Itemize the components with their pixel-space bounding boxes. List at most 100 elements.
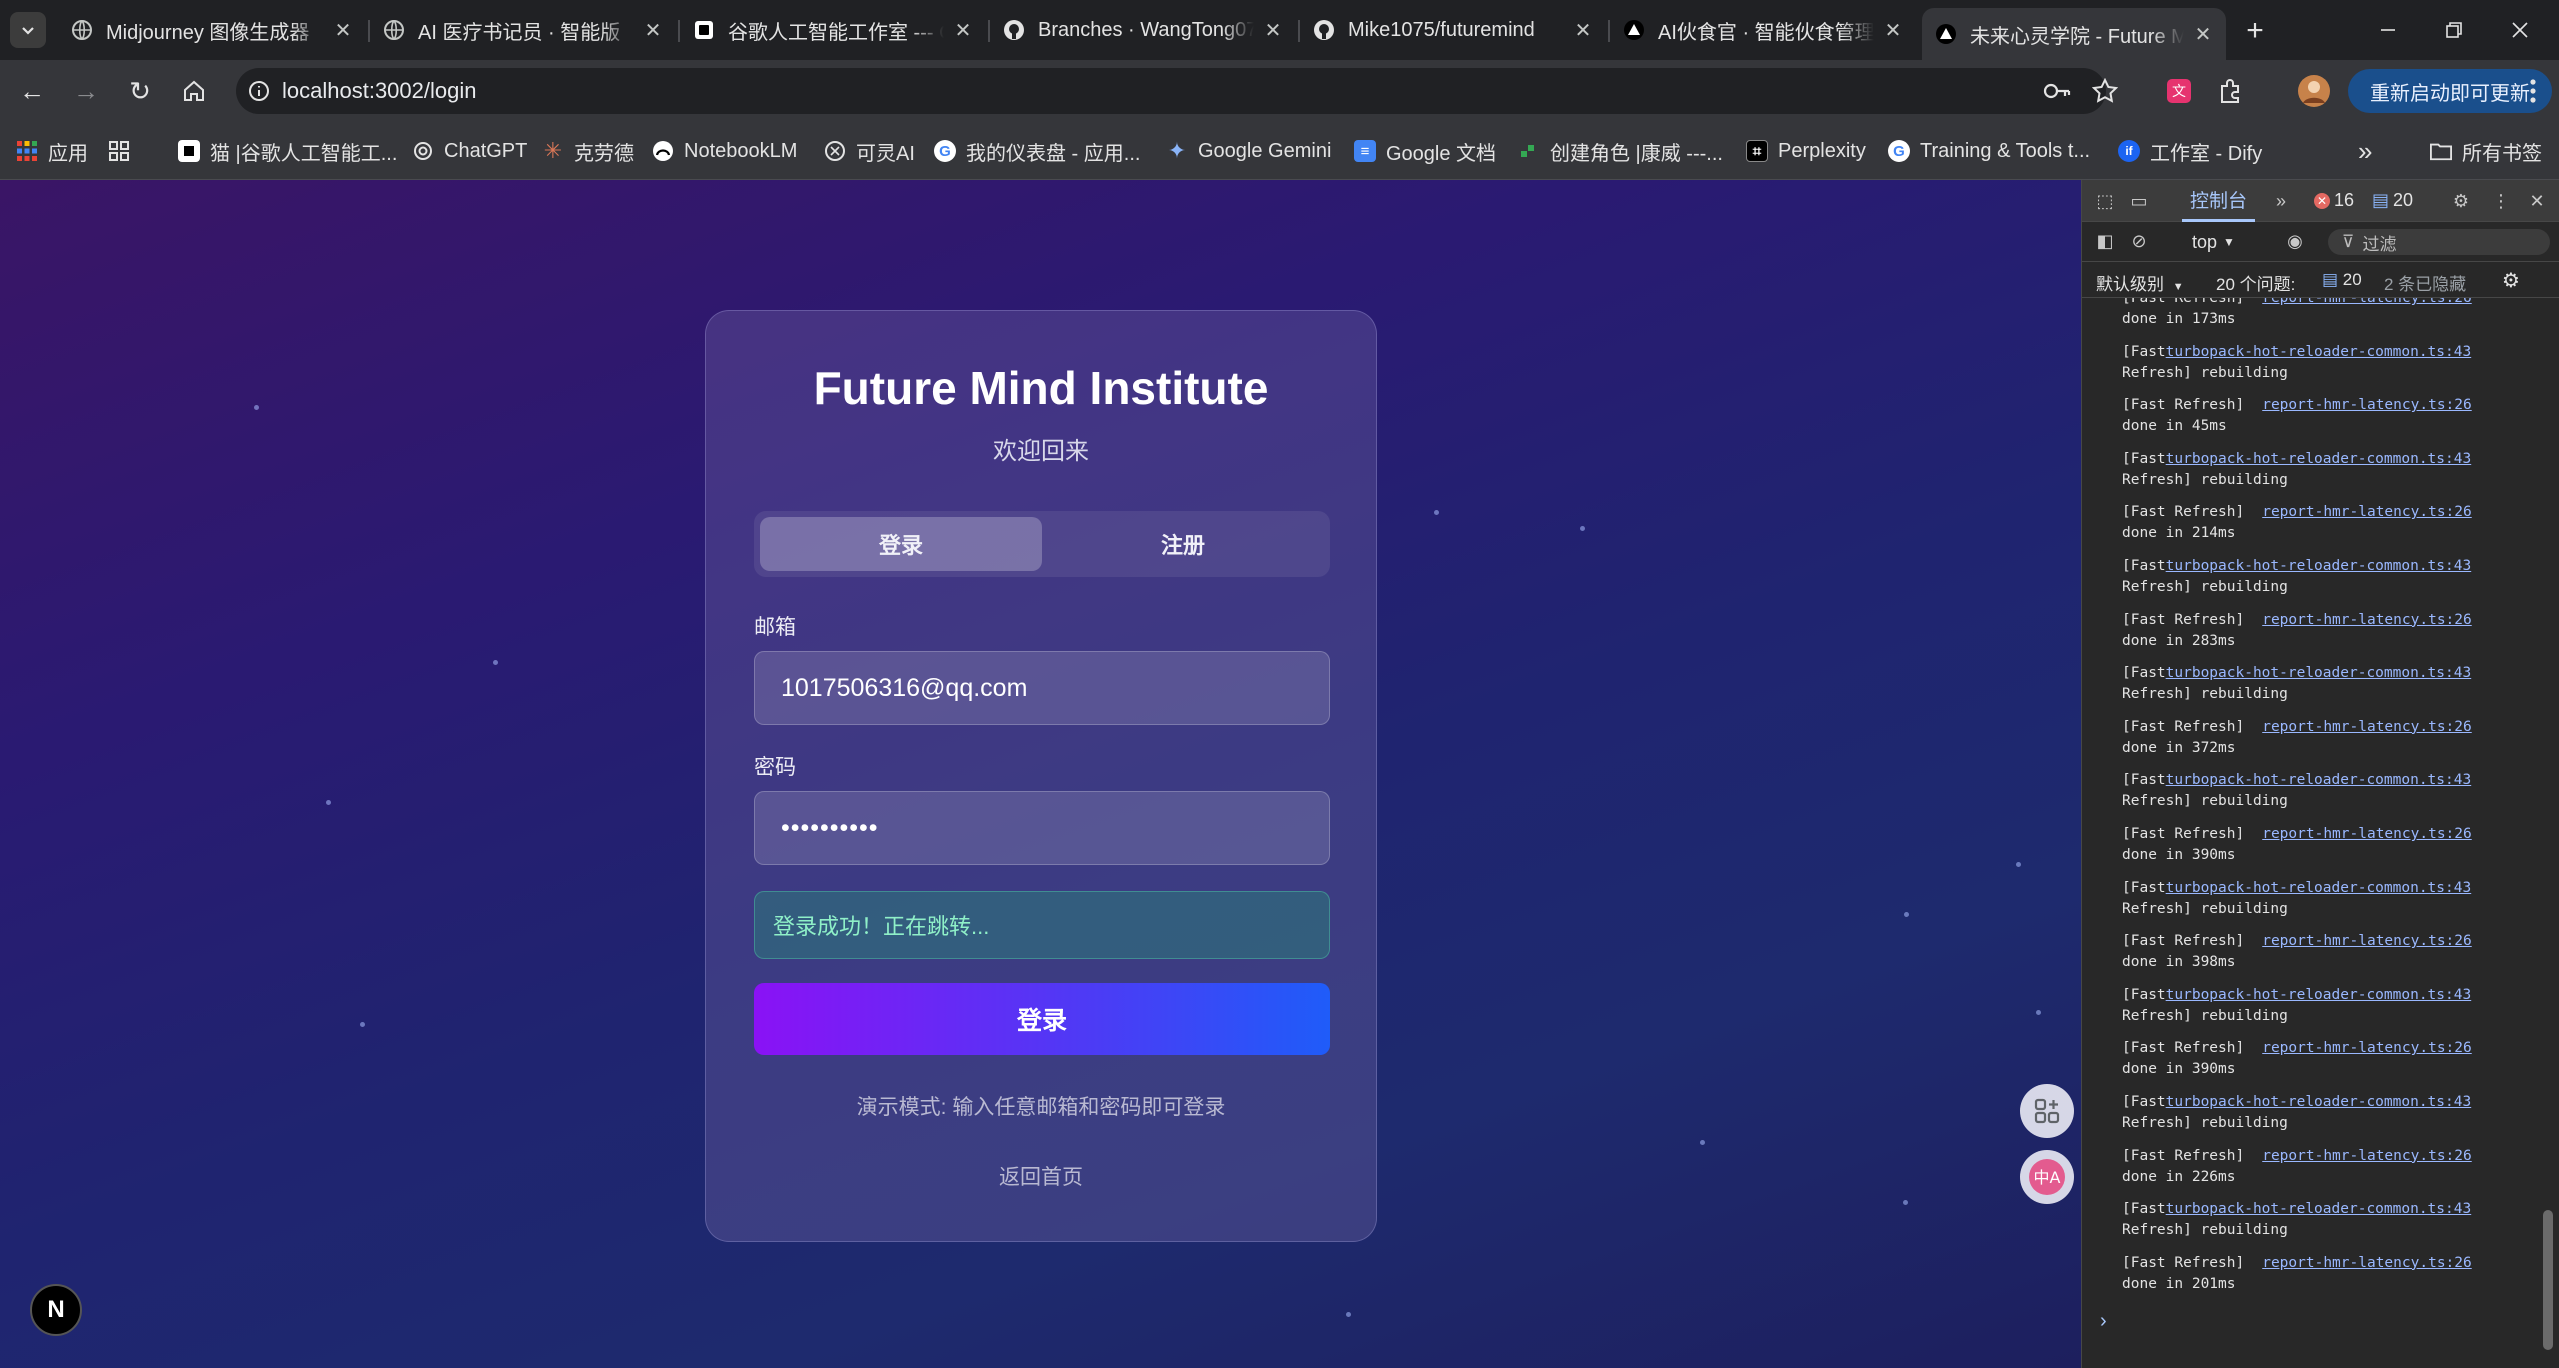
- browser-tab[interactable]: Branches · WangTong07 ✕: [990, 8, 1296, 52]
- tab-groups-button[interactable]: [108, 136, 140, 166]
- bookmark-item[interactable]: ≡ Google 文档: [1354, 136, 1496, 166]
- log-source-link[interactable]: turbopack-hot-reloader-common.ts:43: [2166, 451, 2472, 467]
- eye-icon[interactable]: ◉: [2282, 229, 2308, 253]
- forward-button[interactable]: →: [64, 69, 108, 113]
- message-icon: ▤: [2322, 270, 2339, 289]
- bookmark-item[interactable]: ⌗ Perplexity: [1746, 136, 1866, 166]
- tab-search-button[interactable]: [10, 12, 46, 48]
- bookmark-item[interactable]: G Training & Tools t...: [1888, 136, 2090, 166]
- profile-avatar[interactable]: [2296, 73, 2332, 109]
- log-source-link[interactable]: report-hmr-latency.ts:26: [2262, 719, 2472, 735]
- bookmark-item[interactable]: if 工作室 - Dify: [2118, 136, 2262, 166]
- log-source-link[interactable]: report-hmr-latency.ts:26: [2262, 826, 2472, 842]
- browser-tab[interactable]: 谷歌人工智能工作室 --- G ✕: [680, 8, 986, 52]
- bookmark-item[interactable]: 猫 |谷歌人工智能工...: [178, 136, 397, 166]
- close-window-button[interactable]: [2490, 10, 2550, 50]
- password-field[interactable]: ••••••••••: [754, 791, 1330, 865]
- log-source-link[interactable]: report-hmr-latency.ts:26: [2262, 397, 2472, 413]
- floating-translate-button[interactable]: 中A: [2020, 1150, 2074, 1204]
- more-menu-icon[interactable]: [2516, 74, 2550, 108]
- more-tabs-icon[interactable]: »: [2268, 189, 2294, 213]
- url-text[interactable]: localhost:3002/login: [282, 78, 476, 104]
- site-info-icon[interactable]: [236, 80, 282, 102]
- bookmark-item[interactable]: ✳ 克劳德: [542, 136, 634, 166]
- tab-register[interactable]: 注册: [1042, 517, 1324, 571]
- close-icon[interactable]: ✕: [1882, 19, 1904, 42]
- log-source-link[interactable]: report-hmr-latency.ts:26: [2262, 1255, 2472, 1271]
- all-bookmarks-button[interactable]: 所有书签: [2430, 136, 2542, 166]
- bookmark-apps[interactable]: 应用: [16, 136, 88, 166]
- console-settings-icon[interactable]: ⚙: [2502, 268, 2520, 293]
- home-button[interactable]: [172, 69, 216, 113]
- close-icon[interactable]: ✕: [2524, 189, 2550, 213]
- browser-tab[interactable]: AI伙食官 · 智能伙食管理 ✕: [1610, 8, 1916, 52]
- device-toolbar-icon[interactable]: ▭: [2126, 189, 2152, 213]
- inspect-element-icon[interactable]: ⬚: [2092, 189, 2118, 213]
- issues-count-button[interactable]: ▤ 20: [2322, 270, 2362, 290]
- restore-button[interactable]: [2424, 10, 2484, 50]
- log-source-link[interactable]: report-hmr-latency.ts:26: [2262, 504, 2472, 520]
- bookmark-item[interactable]: ChatGPT: [412, 136, 527, 166]
- bookmark-label: 工作室 - Dify: [2150, 142, 2263, 165]
- tab-login[interactable]: 登录: [760, 517, 1042, 571]
- sidebar-toggle-icon[interactable]: ◧: [2092, 229, 2118, 253]
- close-icon[interactable]: ✕: [1572, 19, 1594, 42]
- log-source-link[interactable]: turbopack-hot-reloader-common.ts:43: [2166, 880, 2472, 896]
- browser-tab[interactable]: AI 医疗书记员 · 智能版 ✕: [370, 8, 676, 52]
- floating-apps-button[interactable]: [2020, 1084, 2074, 1138]
- more-options-icon[interactable]: ⋮: [2488, 189, 2514, 213]
- browser-tab[interactable]: Mike1075/futuremind ✕: [1300, 8, 1606, 52]
- translate-extension-icon[interactable]: 文: [2162, 74, 2196, 108]
- settings-gear-icon[interactable]: ⚙: [2448, 189, 2474, 213]
- close-icon[interactable]: ✕: [642, 19, 664, 42]
- log-source-link[interactable]: report-hmr-latency.ts:26: [2262, 298, 2472, 306]
- new-tab-button[interactable]: +: [2238, 14, 2272, 48]
- browser-tab[interactable]: Midjourney 图像生成器 ✕: [58, 8, 366, 52]
- address-bar[interactable]: localhost:3002/login: [236, 68, 2106, 114]
- tab-console[interactable]: 控制台: [2182, 180, 2256, 222]
- minimize-icon: [2381, 29, 2395, 31]
- login-submit-button[interactable]: 登录: [754, 983, 1330, 1055]
- close-icon[interactable]: ✕: [952, 19, 974, 42]
- log-source-link[interactable]: turbopack-hot-reloader-common.ts:43: [2166, 665, 2472, 681]
- message-count-badge[interactable]: ▤ 20: [2372, 190, 2413, 211]
- email-field[interactable]: 1017506316@qq.com: [754, 651, 1330, 725]
- log-source-link[interactable]: turbopack-hot-reloader-common.ts:43: [2166, 772, 2472, 788]
- close-icon[interactable]: ✕: [332, 19, 354, 42]
- close-icon[interactable]: ✕: [2192, 23, 2214, 46]
- log-source-link[interactable]: report-hmr-latency.ts:26: [2262, 1040, 2472, 1056]
- log-source-link[interactable]: turbopack-hot-reloader-common.ts:43: [2166, 1094, 2472, 1110]
- gemini-icon: ✦: [1167, 138, 1187, 163]
- password-key-icon[interactable]: [2040, 74, 2074, 108]
- log-level-selector[interactable]: 默认级别 ▼: [2096, 270, 2184, 295]
- extensions-puzzle-icon[interactable]: [2214, 74, 2248, 108]
- log-source-link[interactable]: turbopack-hot-reloader-common.ts:43: [2166, 558, 2472, 574]
- log-source-link[interactable]: report-hmr-latency.ts:26: [2262, 933, 2472, 949]
- bookmark-item[interactable]: 可灵AI: [824, 136, 915, 166]
- bookmark-item[interactable]: NotebookLM: [652, 136, 797, 166]
- console-filter-input[interactable]: ⊽ 过滤: [2328, 229, 2550, 255]
- reload-button[interactable]: ↻: [118, 69, 162, 113]
- bookmark-item[interactable]: 创建角色 |康威 ---...: [1518, 136, 1723, 166]
- clear-console-icon[interactable]: ⊘: [2126, 229, 2152, 253]
- console-prompt[interactable]: ›: [2100, 1310, 2107, 1333]
- back-button[interactable]: ←: [10, 69, 54, 113]
- tab-title: AI伙食官 · 智能伙食管理: [1658, 21, 1874, 44]
- bookmark-item[interactable]: ✦ Google Gemini: [1166, 136, 1332, 166]
- nextjs-dev-indicator[interactable]: N: [30, 1284, 82, 1336]
- context-selector[interactable]: top ▼: [2192, 229, 2235, 255]
- log-source-link[interactable]: report-hmr-latency.ts:26: [2262, 1148, 2472, 1164]
- console-scrollbar[interactable]: [2543, 1210, 2553, 1350]
- browser-tab-active[interactable]: 未来心灵学院 - Future M ✕: [1922, 8, 2226, 60]
- error-count-badge[interactable]: ✕ 16: [2314, 190, 2354, 211]
- bookmark-item[interactable]: G 我的仪表盘 - 应用...: [934, 136, 1140, 166]
- log-source-link[interactable]: report-hmr-latency.ts:26: [2262, 612, 2472, 628]
- close-icon[interactable]: ✕: [1262, 19, 1284, 42]
- back-home-link[interactable]: 返回首页: [706, 1161, 1376, 1191]
- log-source-link[interactable]: turbopack-hot-reloader-common.ts:43: [2166, 987, 2472, 1003]
- log-source-link[interactable]: turbopack-hot-reloader-common.ts:43: [2166, 1201, 2472, 1217]
- bookmark-star-icon[interactable]: [2088, 74, 2122, 108]
- minimize-button[interactable]: [2358, 10, 2418, 50]
- log-source-link[interactable]: turbopack-hot-reloader-common.ts:43: [2166, 344, 2472, 360]
- bookmarks-overflow-button[interactable]: »: [2358, 136, 2372, 166]
